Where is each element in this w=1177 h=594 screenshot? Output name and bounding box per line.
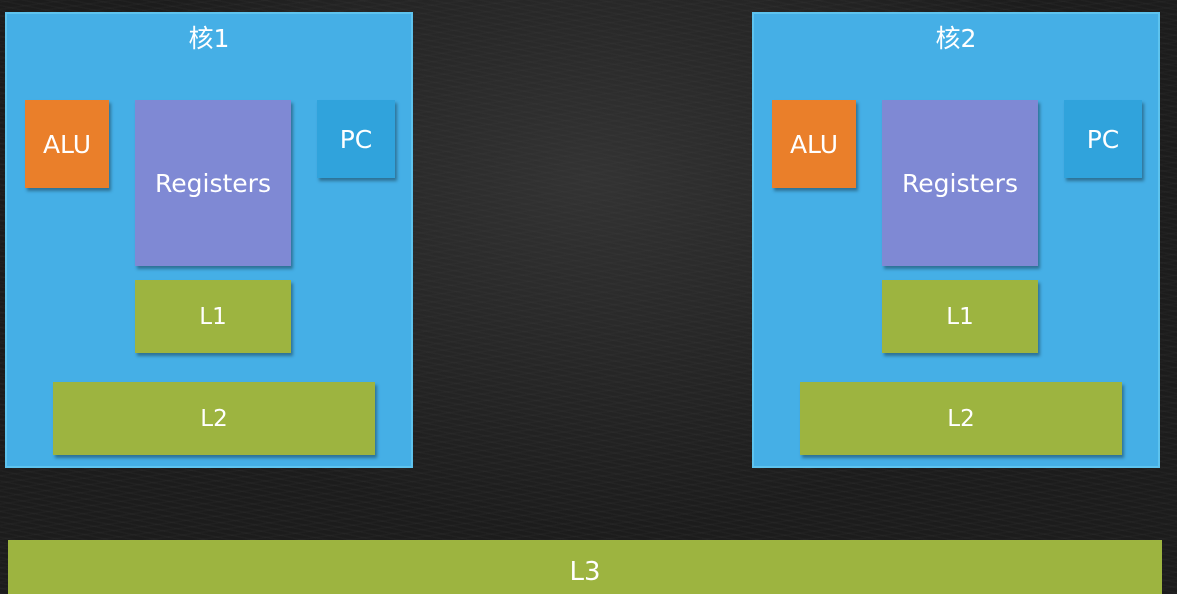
core-2-pc: PC [1064,100,1142,178]
core-2-l1-cache: L1 [882,280,1038,353]
core-1-block: 核1 ALU Registers PC L1 L2 [5,12,413,468]
core-2-registers: Registers [882,100,1038,266]
core-1-alu: ALU [25,100,109,188]
core-2-block: 核2 ALU Registers PC L1 L2 [752,12,1160,468]
core-2-alu: ALU [772,100,856,188]
core-1-title: 核1 [188,24,230,53]
core-2-title: 核2 [935,24,977,53]
core-1-l2-cache: L2 [53,382,375,455]
shared-l3-cache: L3 [8,540,1162,594]
core-1-registers: Registers [135,100,291,266]
core-2-l2-cache: L2 [800,382,1122,455]
core-1-pc: PC [317,100,395,178]
core-1-l1-cache: L1 [135,280,291,353]
